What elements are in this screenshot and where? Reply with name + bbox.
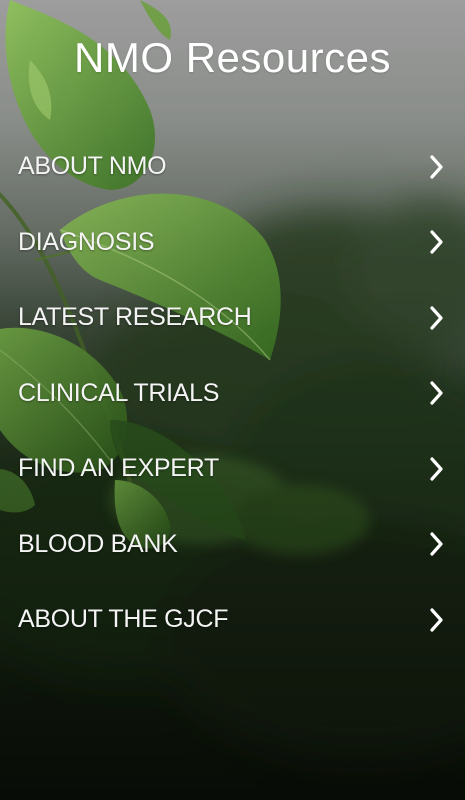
chevron-right-icon [427, 305, 447, 331]
chevron-right-icon [427, 531, 447, 557]
menu-item-clinical-trials[interactable]: CLINICAL TRIALS [0, 356, 465, 432]
page-title: NMO Resources [74, 34, 391, 81]
menu-item-label: LATEST RESEARCH [18, 303, 252, 332]
menu-item-about-the-gjcf[interactable]: ABOUT THE GJCF [0, 582, 465, 658]
menu-item-find-an-expert[interactable]: FIND AN EXPERT [0, 431, 465, 507]
menu-item-label: ABOUT THE GJCF [18, 605, 229, 634]
menu-item-label: ABOUT NMO [18, 152, 167, 181]
chevron-right-icon [427, 607, 447, 633]
chevron-right-icon [427, 229, 447, 255]
app-screen: NMO Resources ABOUT NMO DIAGNOSIS LATEST… [0, 0, 465, 800]
menu-item-label: BLOOD BANK [18, 529, 178, 558]
menu-item-blood-bank[interactable]: BLOOD BANK [0, 507, 465, 583]
menu-item-diagnosis[interactable]: DIAGNOSIS [0, 205, 465, 281]
menu-item-latest-research[interactable]: LATEST RESEARCH [0, 280, 465, 356]
menu-item-about-nmo[interactable]: ABOUT NMO [0, 129, 465, 205]
chevron-right-icon [427, 456, 447, 482]
chevron-right-icon [427, 380, 447, 406]
resource-menu: ABOUT NMO DIAGNOSIS LATEST RESEARCH CLIN… [0, 129, 465, 658]
menu-item-label: DIAGNOSIS [18, 227, 155, 256]
menu-item-label: CLINICAL TRIALS [18, 378, 220, 407]
chevron-right-icon [427, 154, 447, 180]
menu-item-label: FIND AN EXPERT [18, 454, 219, 483]
